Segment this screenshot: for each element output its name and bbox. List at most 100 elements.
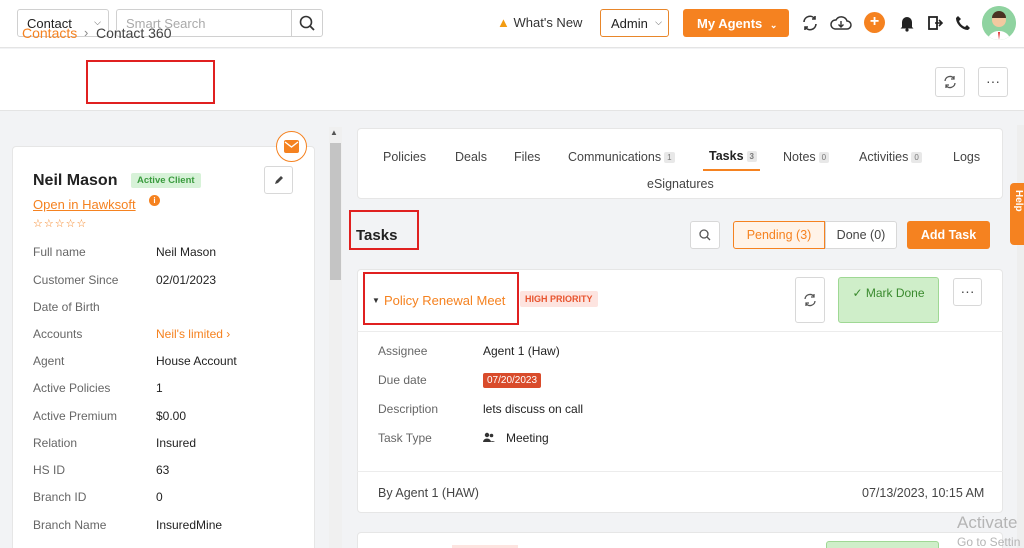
field-label: Full name — [33, 245, 86, 259]
mark-done-button[interactable]: ✓ Mark Done — [838, 277, 939, 323]
page-title: Contact 360 — [96, 25, 172, 41]
field-label: Active Premium — [33, 409, 118, 423]
my-agents-label: My Agents — [697, 16, 763, 31]
add-task-button[interactable]: Add Task — [907, 221, 990, 249]
users-icon — [483, 432, 495, 442]
more-options-button[interactable]: ··· — [978, 67, 1008, 97]
task-created-at: 07/13/2023, 10:15 AM — [862, 486, 985, 500]
breadcrumb-contacts-link[interactable]: Contacts — [22, 25, 77, 41]
whats-new-link[interactable]: ▲ What's New — [497, 15, 582, 30]
done-filter-button[interactable]: Done (0) — [825, 221, 897, 249]
tab-label: Tasks — [709, 149, 744, 163]
annotation-box — [349, 210, 419, 250]
refresh-button[interactable] — [935, 67, 965, 97]
task-type-label: Task Type — [378, 431, 432, 445]
tab-count: 3 — [746, 151, 757, 163]
tab-deals[interactable]: Deals — [455, 150, 487, 164]
task-refresh-button[interactable] — [795, 277, 825, 323]
status-badge: Active Client — [131, 173, 201, 188]
tab-label: Communications — [568, 150, 662, 164]
task-created-by: By Agent 1 (HAW) — [378, 486, 479, 500]
rating-stars[interactable]: ☆☆☆☆☆ — [33, 217, 87, 230]
scroll-up-arrow-icon[interactable]: ▲ — [330, 128, 338, 137]
open-in-hawksoft-link[interactable]: Open in Hawksoft — [33, 197, 136, 212]
annotation-box — [86, 60, 215, 104]
refresh-icon — [804, 293, 816, 307]
chevron-down-icon: ⌵ — [655, 17, 662, 27]
divider — [357, 331, 1003, 332]
refresh-icon[interactable] — [800, 13, 820, 33]
tab-policies[interactable]: Policies — [383, 150, 426, 164]
user-avatar[interactable] — [982, 6, 1016, 40]
annotation-box — [363, 272, 519, 325]
due-date-badge: 07/20/2023 — [483, 373, 542, 388]
mail-icon — [284, 140, 299, 153]
tab-count: 1 — [664, 152, 675, 164]
info-icon[interactable]: i — [149, 195, 160, 206]
field-value: 1 — [156, 381, 163, 395]
my-agents-button[interactable]: My Agents ⌄ — [683, 9, 789, 37]
tab-activities[interactable]: Activities 0 — [859, 150, 922, 164]
field-label: Branch Name — [33, 518, 107, 532]
chevron-down-icon: ⌄ — [769, 20, 778, 30]
task-more-button[interactable]: ··· — [953, 278, 982, 306]
field-label: Customer Since — [33, 273, 119, 287]
field-value: Neil Mason — [156, 245, 217, 259]
field-value: House Account — [156, 354, 237, 368]
logout-icon[interactable] — [925, 13, 945, 33]
breadcrumb-separator: › — [84, 25, 89, 40]
task-search-button[interactable] — [690, 221, 720, 249]
accounts-link[interactable]: Neil's limited › — [156, 327, 230, 341]
activate-windows-subtext: Go to Settin — [957, 535, 1021, 548]
cloud-sync-icon[interactable] — [829, 13, 853, 33]
fire-icon: ▲ — [497, 15, 510, 30]
scrollbar-thumb[interactable] — [330, 143, 341, 280]
search-button[interactable] — [291, 9, 323, 37]
pending-filter-button[interactable]: Pending (3) — [733, 221, 825, 249]
tab-label: Notes — [783, 150, 816, 164]
tab-tasks[interactable]: Tasks 3 — [709, 149, 757, 163]
tab-label: Logs — [953, 150, 981, 164]
field-value: $0.00 — [156, 409, 187, 423]
contact-name: Neil Mason — [33, 172, 118, 189]
whats-new-label: What's New — [513, 15, 583, 30]
tab-logs[interactable]: Logs — [953, 150, 980, 164]
field-label: Agent — [33, 354, 65, 368]
tab-communications[interactable]: Communications 1 — [568, 150, 675, 164]
search-icon — [699, 229, 711, 241]
tab-files[interactable]: Files — [514, 150, 540, 164]
field-value: InsuredMine — [156, 518, 223, 532]
admin-select[interactable]: Admin ⌵ — [600, 9, 669, 37]
pencil-icon — [275, 176, 283, 184]
description-label: Description — [378, 402, 439, 416]
field-value: 63 — [156, 463, 170, 477]
email-button[interactable] — [276, 131, 307, 162]
tab-count: 0 — [911, 152, 922, 164]
tab-label: Deals — [455, 150, 487, 164]
edit-contact-button[interactable] — [264, 166, 293, 194]
field-label: Relation — [33, 436, 78, 450]
field-label: Branch ID — [33, 490, 87, 504]
tab-label: Activities — [859, 150, 909, 164]
field-label: Accounts — [33, 327, 83, 341]
field-label: Date of Birth — [33, 300, 100, 314]
tab-esignatures[interactable]: eSignatures — [647, 177, 714, 191]
more-icon: ··· — [960, 283, 975, 299]
assignee-label: Assignee — [378, 344, 428, 358]
avatar-icon — [982, 6, 1016, 40]
add-button[interactable]: + — [864, 12, 885, 33]
refresh-icon — [944, 75, 956, 89]
active-tab-indicator — [703, 169, 760, 171]
tab-label: eSignatures — [647, 177, 714, 191]
phone-icon[interactable] — [953, 13, 973, 33]
mark-done-button[interactable] — [826, 541, 939, 548]
help-tab-label: Help — [1013, 190, 1024, 212]
tab-notes[interactable]: Notes 0 — [783, 150, 830, 164]
field-value: 02/01/2023 — [156, 273, 217, 287]
bell-icon[interactable] — [897, 13, 917, 33]
search-icon — [299, 15, 315, 31]
description-value: lets discuss on call — [483, 402, 584, 416]
more-icon: ··· — [986, 73, 1000, 89]
divider — [357, 471, 1003, 472]
tab-count: 0 — [818, 152, 830, 164]
